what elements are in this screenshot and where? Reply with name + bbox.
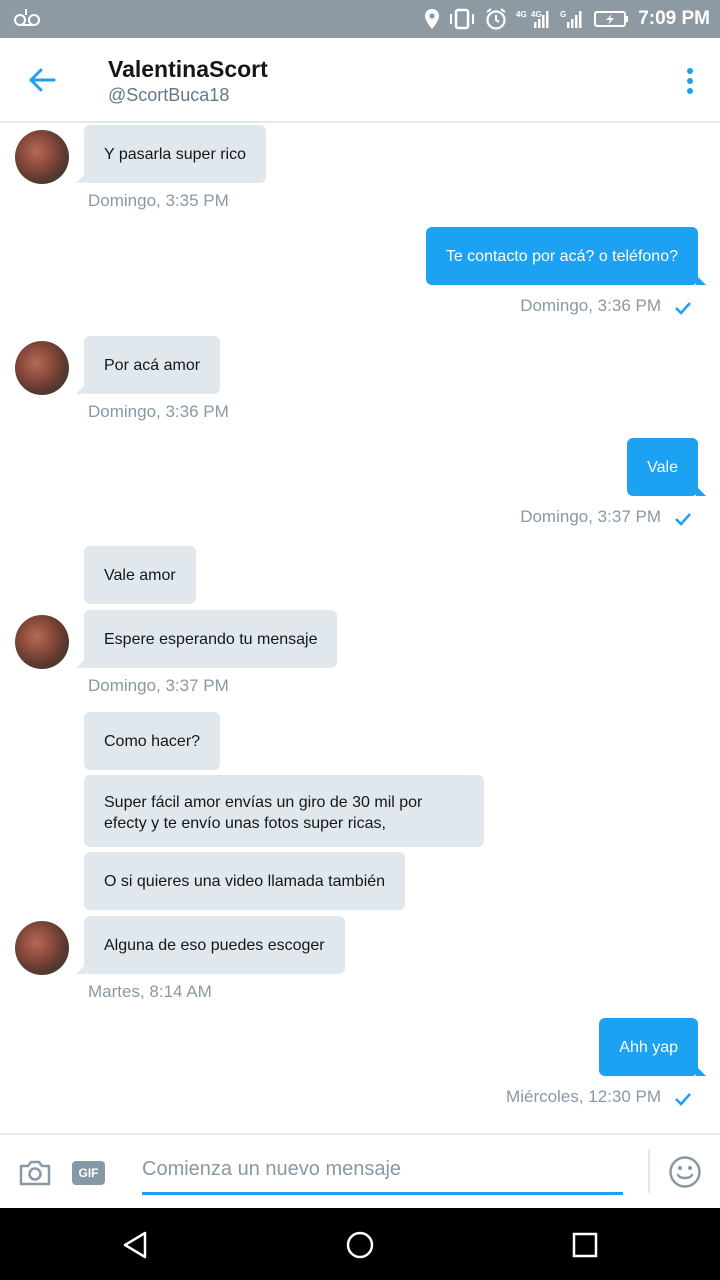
message-composer: GIF [0, 1133, 720, 1208]
incoming-message[interactable]: Espere esperando tu mensaje [75, 610, 338, 668]
outgoing-message[interactable]: Ahh yap [599, 1018, 706, 1076]
outgoing-message[interactable]: Te contacto por acá? o teléfono? [425, 227, 707, 285]
message-timestamp: Martes, 8:14 AM [88, 982, 212, 1001]
recents-square-icon[interactable] [570, 1230, 600, 1260]
incoming-message[interactable]: O si quieres una video llamada también [84, 852, 406, 910]
incoming-message[interactable]: Como hacer? [84, 712, 221, 770]
status-bar: 4G 4G G 7:09 PM [0, 0, 720, 38]
outgoing-message[interactable]: Vale [627, 438, 706, 496]
message-input[interactable] [142, 1147, 623, 1195]
vibrate-icon [448, 8, 476, 30]
incoming-message[interactable]: Alguna de eso puedes escoger [76, 916, 345, 974]
status-time: 7:09 PM [638, 8, 710, 29]
message-timestamp: Domingo, 3:37 PM [520, 507, 661, 526]
signal-icon-1: 4G 4G [516, 8, 552, 30]
alarm-icon [484, 7, 508, 31]
system-navigation-bar [0, 1208, 720, 1280]
composer-divider [648, 1149, 650, 1193]
conversation-handle: @ScortBuca18 [108, 85, 230, 105]
avatar[interactable] [15, 341, 69, 395]
gif-button[interactable]: GIF [72, 1161, 105, 1185]
checkmark-icon [674, 301, 692, 315]
avatar[interactable] [15, 130, 69, 184]
checkmark-icon [674, 512, 692, 526]
message-timestamp: Domingo, 3:36 PM [520, 296, 661, 315]
message-timestamp: Domingo, 3:35 PM [88, 191, 229, 210]
smiley-icon[interactable] [668, 1155, 702, 1189]
svg-text:4G: 4G [516, 10, 527, 19]
battery-charging-icon [594, 9, 630, 29]
signal-icon-2: G [560, 8, 586, 30]
message-timestamp: Domingo, 3:37 PM [88, 676, 229, 695]
home-circle-icon[interactable] [345, 1230, 375, 1260]
avatar[interactable] [15, 921, 69, 975]
checkmark-icon [674, 1092, 692, 1106]
avatar[interactable] [15, 615, 69, 669]
incoming-message[interactable]: Por acá amor [75, 336, 221, 394]
message-timestamp: Domingo, 3:36 PM [88, 402, 229, 421]
camera-icon[interactable] [18, 1159, 52, 1187]
svg-text:4G: 4G [531, 10, 542, 19]
voicemail-icon [14, 7, 40, 32]
conversation-header: ValentinaScort @ScortBuca18 [0, 38, 720, 123]
incoming-message[interactable]: Y pasarla super rico [76, 125, 266, 183]
more-vertical-icon[interactable] [684, 66, 696, 96]
svg-text:G: G [560, 10, 566, 19]
incoming-message[interactable]: Super fácil amor envías un giro de 30 mi… [84, 775, 484, 847]
message-timestamp: Miércoles, 12:30 PM [506, 1087, 661, 1106]
location-icon [424, 8, 440, 30]
back-triangle-icon[interactable] [120, 1230, 150, 1260]
message-thread[interactable]: Y pasarla super rico Domingo, 3:35 PM Te… [0, 125, 720, 1133]
incoming-message[interactable]: Vale amor [84, 546, 196, 604]
arrow-left-icon[interactable] [26, 64, 58, 96]
conversation-title[interactable]: ValentinaScort [108, 56, 268, 83]
